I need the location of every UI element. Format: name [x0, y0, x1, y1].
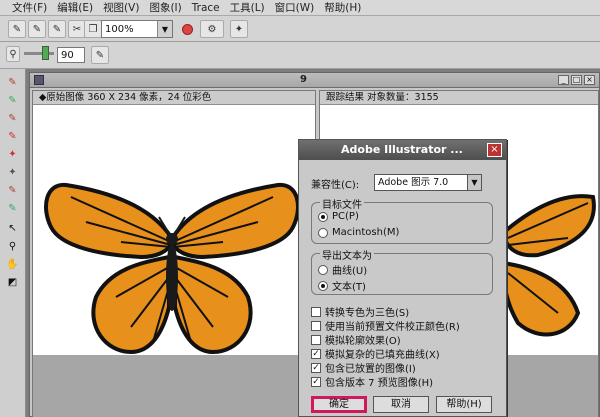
menu-window[interactable]: 窗口(W) — [275, 0, 315, 15]
menu-bar: 文件(F) 编辑(E) 视图(V) 图象(I) Trace 工具(L) 窗口(W… — [0, 0, 600, 16]
butterfly-image — [44, 182, 300, 354]
traced-butterfly-image — [500, 194, 596, 337]
checkbox-label: 模拟轮廓效果(O) — [325, 336, 401, 347]
dialog-title: Adobe Illustrator ... — [299, 140, 506, 160]
smoothness-icon: ⚲ — [6, 46, 20, 62]
trace-result-header: 跟踪结果 对象数量：3155 — [320, 91, 598, 105]
new-icon[interactable]: ✎ — [8, 20, 26, 38]
open-icon[interactable]: ✎ — [28, 20, 46, 38]
menu-help[interactable]: 帮助(H) — [324, 0, 361, 15]
illustrator-export-dialog: Adobe Illustrator ... × 兼容性(C): Adobe 图示… — [298, 139, 507, 417]
cancel-button[interactable]: 取消 — [373, 396, 429, 413]
close-icon[interactable]: × — [584, 75, 595, 85]
options-toolbar — [0, 42, 600, 69]
shape-tool-icon[interactable]: ✦ — [4, 147, 21, 162]
dialog-close-icon[interactable]: × — [487, 143, 502, 157]
checkbox-label: 模拟复杂的已填充曲线(X) — [325, 350, 440, 361]
compat-label: 兼容性(C): — [311, 180, 360, 191]
minimize-icon[interactable]: _ — [558, 75, 569, 85]
checkbox-outline-effects[interactable]: 模拟轮廓效果(O) — [311, 332, 401, 347]
checkbox-label: 包含版本 7 预览图像(H) — [325, 378, 434, 389]
checkbox-complex-fills[interactable]: ✓ 模拟复杂的已填充曲线(X) — [311, 346, 440, 361]
line-tool-icon[interactable]: ✎ — [4, 111, 21, 126]
main-toolbar: ✎ ✎ ✎ ✂ ❐ 100% ▼ ⚙ ✦ — [0, 16, 600, 42]
check-box[interactable] — [311, 320, 321, 331]
document-title-bar: 9 _ □ × — [30, 73, 599, 88]
smoothness-slider-track[interactable] — [24, 52, 54, 55]
tool-strip: ✎ ✎ ✎ ✎ ✦ ✦ ✎ ✎ ↖ ⚲ ✋ ◩ — [0, 69, 26, 417]
radio-pc[interactable] — [318, 211, 328, 222]
compatibility-select[interactable]: Adobe 图示 7.0 ▼ — [374, 174, 482, 191]
document-title: 9 — [300, 74, 307, 85]
checkbox-label: 使用当前预置文件校正颜色(R) — [325, 322, 460, 333]
zoom-select[interactable]: 100% ▼ — [101, 20, 173, 38]
wizard-icon[interactable]: ✦ — [230, 20, 248, 38]
export-text-group: 导出文本为 曲线(U) 文本(T) — [311, 247, 493, 295]
menu-trace[interactable]: Trace — [192, 2, 220, 14]
brush-tool-icon[interactable]: ✎ — [4, 93, 21, 108]
fill-tool-icon[interactable]: ✎ — [4, 129, 21, 144]
menu-view[interactable]: 视图(V) — [103, 0, 139, 15]
ok-button[interactable]: 确定 — [311, 396, 367, 413]
checkbox-color-profile[interactable]: 使用当前预置文件校正颜色(R) — [311, 318, 460, 333]
pencil-tool-icon[interactable]: ✎ — [4, 75, 21, 90]
check-box[interactable] — [311, 306, 321, 317]
target-mac-label: Macintosh(M) — [332, 227, 400, 238]
target-mac-option[interactable]: Macintosh(M) — [318, 227, 399, 238]
original-image-footer — [33, 355, 315, 417]
zoom-value: 100% — [105, 23, 134, 35]
menu-edit[interactable]: 编辑(E) — [57, 0, 93, 15]
smoothness-slider-thumb[interactable] — [42, 46, 49, 60]
save-icon[interactable]: ✎ — [48, 20, 66, 38]
radio-curves[interactable] — [318, 264, 328, 275]
original-image-pane: ◆原始图像 360 X 234 像素，24 位彩色 — [32, 90, 316, 417]
menu-tools[interactable]: 工具(L) — [230, 0, 265, 15]
checkbox-preview-image[interactable]: ✓ 包含版本 7 预览图像(H) — [311, 374, 433, 389]
text-curves-label: 曲线(U) — [332, 266, 368, 277]
target-group-label: 目标文件 — [320, 196, 364, 211]
text-group-label: 导出文本为 — [320, 247, 374, 262]
check-box-checked[interactable]: ✓ — [311, 348, 321, 359]
select-tool-icon[interactable]: ↖ — [4, 221, 21, 236]
radio-mac[interactable] — [318, 227, 328, 238]
checkbox-label: 包含已放置的图像(I) — [325, 364, 416, 375]
radio-text[interactable] — [318, 280, 328, 291]
target-pc-label: PC(P) — [332, 211, 359, 222]
chevron-down-icon[interactable]: ▼ — [157, 21, 172, 37]
stop-icon — [181, 23, 193, 35]
check-box-checked[interactable]: ✓ — [311, 376, 321, 387]
eraser-tool-icon[interactable]: ✎ — [4, 183, 21, 198]
check-box-checked[interactable]: ✓ — [311, 362, 321, 373]
text-text-label: 文本(T) — [332, 282, 366, 293]
menu-image[interactable]: 图象(I) — [149, 0, 181, 15]
help-button[interactable]: 帮助(H) — [436, 396, 492, 413]
chevron-down-icon[interactable]: ▼ — [467, 175, 481, 190]
maximize-icon[interactable]: □ — [571, 75, 582, 85]
text-text-option[interactable]: 文本(T) — [318, 278, 366, 293]
target-pc-option[interactable]: PC(P) — [318, 211, 359, 222]
check-box[interactable] — [311, 334, 321, 345]
checkbox-spot-colors[interactable]: 转换专色为三色(S) — [311, 304, 409, 319]
stop-trace-button[interactable] — [178, 20, 196, 38]
zoom-tool-icon[interactable]: ⚲ — [4, 239, 21, 254]
menu-file[interactable]: 文件(F) — [12, 0, 47, 15]
checkbox-placed-images[interactable]: ✓ 包含已放置的图像(I) — [311, 360, 416, 375]
trace-options-icon[interactable]: ⚙ — [200, 20, 224, 38]
checkbox-label: 转换专色为三色(S) — [325, 308, 410, 319]
tolerance-input[interactable]: 90 — [57, 47, 85, 63]
text-curves-option[interactable]: 曲线(U) — [318, 262, 367, 277]
eyedropper-icon[interactable]: ✎ — [91, 46, 109, 64]
target-file-group: 目标文件 PC(P) Macintosh(M) — [311, 196, 493, 244]
marker-tool-icon[interactable]: ✎ — [4, 201, 21, 216]
crop-tool-icon[interactable]: ◩ — [4, 275, 21, 290]
copy-icon[interactable]: ❐ — [84, 20, 102, 38]
compat-value: Adobe 图示 7.0 — [378, 177, 449, 188]
hand-tool-icon[interactable]: ✋ — [4, 257, 21, 272]
document-icon — [34, 75, 44, 85]
original-image-header: ◆原始图像 360 X 234 像素，24 位彩色 — [33, 91, 315, 105]
color-tool-icon[interactable]: ✦ — [4, 165, 21, 180]
